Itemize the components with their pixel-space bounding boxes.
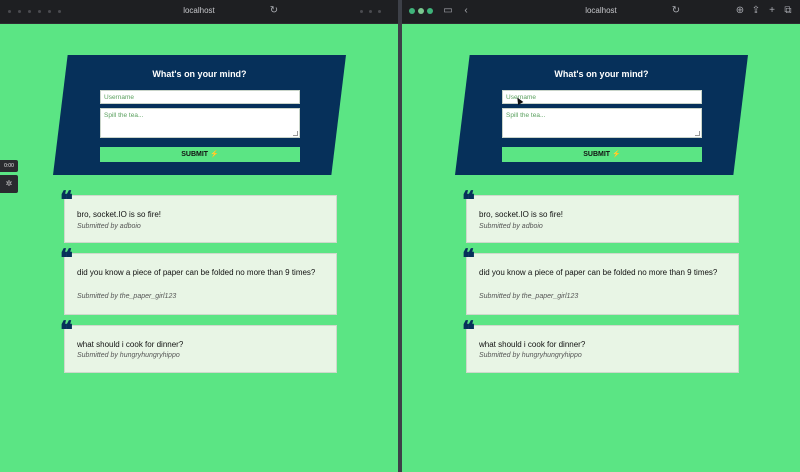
- message-textarea[interactable]: Spill the tea...: [502, 108, 702, 138]
- post-form: What's on your mind? Username Spill the …: [455, 55, 748, 175]
- quote-icon: ❝: [60, 243, 73, 272]
- quote-icon: ❝: [462, 185, 475, 214]
- post-author: Submitted by the_paper_girl123: [479, 293, 579, 300]
- left-browser-toolbar: localhost ↻: [0, 0, 398, 24]
- reload-icon[interactable]: ↻: [268, 5, 280, 17]
- share-icon[interactable]: ⇪: [750, 5, 762, 17]
- submit-button[interactable]: SUBMIT ⚡: [100, 147, 300, 162]
- left-browser-window: localhost ↻ What's on your mind? Usernam…: [0, 0, 398, 472]
- recorder-settings-icon[interactable]: ✲: [0, 175, 18, 193]
- right-browser-toolbar: ▭ ‹ localhost ↻ ⊕ ⇪ + ⧉: [402, 0, 800, 24]
- post-text: bro, socket.IO is so fire!: [479, 210, 564, 219]
- post-card: ❝ what should i cook for dinner? Submitt…: [462, 318, 739, 373]
- post-form: What's on your mind? Username Spill the …: [53, 55, 346, 175]
- post-author: Submitted by hungryhungryhippo: [479, 352, 582, 359]
- tabs-icon[interactable]: ⧉: [782, 5, 794, 17]
- post-card: ❝ bro, socket.IO is so fire! Submitted b…: [462, 188, 739, 243]
- quote-icon: ❝: [60, 185, 73, 214]
- post-card: ❝ did you know a piece of paper can be f…: [462, 246, 739, 315]
- quote-icon: ❝: [462, 243, 475, 272]
- post-author: Submitted by adboio: [479, 223, 543, 230]
- new-tab-icon[interactable]: +: [766, 5, 778, 17]
- post-card: ❝ what should i cook for dinner? Submitt…: [60, 318, 337, 373]
- quote-icon: ❝: [60, 315, 73, 344]
- download-icon[interactable]: ⊕: [734, 5, 746, 17]
- username-input[interactable]: Username: [502, 90, 702, 104]
- form-title: What's on your mind?: [152, 69, 247, 79]
- address-bar[interactable]: localhost: [0, 6, 398, 15]
- post-card: ❝ did you know a piece of paper can be f…: [60, 246, 337, 315]
- username-input[interactable]: Username: [100, 90, 300, 104]
- message-textarea[interactable]: Spill the tea...: [100, 108, 300, 138]
- form-title: What's on your mind?: [554, 69, 649, 79]
- toolbar-dots: [360, 10, 381, 13]
- post-card: ❝ bro, socket.IO is so fire! Submitted b…: [60, 188, 337, 243]
- quote-icon: ❝: [462, 315, 475, 344]
- post-author: Submitted by hungryhungryhippo: [77, 352, 180, 359]
- post-text: bro, socket.IO is so fire!: [77, 210, 162, 219]
- recording-timer: 0:00: [0, 160, 18, 172]
- post-author: Submitted by the_paper_girl123: [77, 293, 177, 300]
- post-text: what should i cook for dinner?: [479, 340, 586, 349]
- right-browser-window: ▭ ‹ localhost ↻ ⊕ ⇪ + ⧉ What's on your m…: [402, 0, 800, 472]
- reload-icon[interactable]: ↻: [670, 5, 682, 17]
- post-author: Submitted by adboio: [77, 223, 141, 230]
- post-text: did you know a piece of paper can be fol…: [479, 268, 718, 277]
- submit-button[interactable]: SUBMIT ⚡: [502, 147, 702, 162]
- post-text: what should i cook for dinner?: [77, 340, 184, 349]
- post-text: did you know a piece of paper can be fol…: [77, 268, 316, 277]
